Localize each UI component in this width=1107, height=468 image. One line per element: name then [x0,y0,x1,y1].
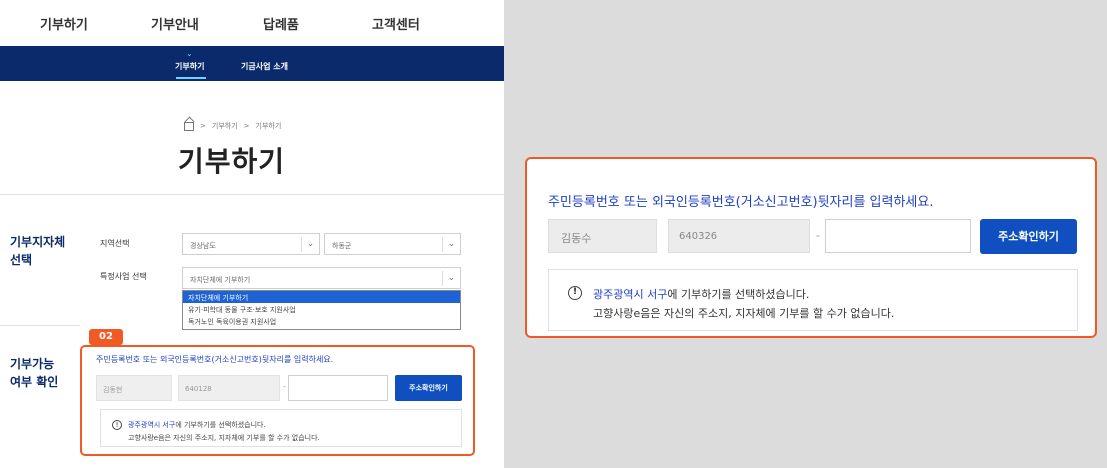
dash: - [816,229,820,242]
chevron-down-icon: ⌄ [186,49,193,58]
check-address-button[interactable]: 주소확인하기 [980,219,1077,254]
divider [0,325,80,326]
nav-gifts[interactable]: 답례품 [263,14,299,33]
dropdown-option[interactable]: 유기·피학대 동물 구조·보호 지원사업 [183,303,460,315]
step-badge: 02 [89,329,123,345]
breadcrumb-separator: > [243,122,250,130]
subnav-fund-projects[interactable]: 기금사업 소개 [241,61,288,72]
subnav-donate[interactable]: 기부하기 [175,61,204,72]
active-tab-indicator [176,77,206,79]
breadcrumb-item[interactable]: 기부하기 [212,121,238,131]
nav-customer-center[interactable]: 고객센터 [372,14,420,33]
section-title-check-eligibility: 기부가능 여부 확인 [10,357,59,389]
breadcrumb-separator: > [200,122,206,130]
district-select-value: 하동군 [332,242,352,250]
dropdown-option[interactable]: 독거노인 독육이용권 지원사업 [183,315,460,327]
notice-line-2: 고향사랑e음은 자신의 주소지, 지자체에 기부를 할 수가 없습니다. [128,434,320,442]
rrn-back-field[interactable] [288,375,388,401]
info-icon: ! [568,286,582,300]
chevron-down-icon: ⌄ [442,271,460,286]
website-panel: 기부하기 기부안내 답례품 고객센터 ⌄ 기부하기 기금사업 소개 > 기부하기… [0,0,504,468]
project-select[interactable]: 자치단체에 기부하기 ⌄ [182,267,461,289]
chevron-down-icon: ⌄ [442,237,460,252]
nav-donation-guide[interactable]: 기부안내 [151,14,199,33]
page-title: 기부하기 [178,145,286,178]
sub-nav: ⌄ 기부하기 기금사업 소개 [0,46,504,81]
dash: - [283,382,286,391]
instruction-text: 주민등록번호 또는 외국인등록번호(거소신고번호)뒷자리를 입력하세요. [96,355,334,364]
notice-box: ! 광주광역시 서구에 기부하기를 선택하셨습니다. 고향사랑e음은 자신의 주… [548,269,1078,331]
section-title-select-municipality: 기부지자체 선택 [10,235,66,267]
region-select-value: 경상남도 [190,242,216,250]
district-select[interactable]: 하동군 ⌄ [324,233,461,255]
region-select[interactable]: 경상남도 ⌄ [182,233,320,255]
chevron-down-icon: ⌄ [301,237,319,252]
divider [0,194,504,195]
instruction-text: 주민등록번호 또는 외국인등록번호(거소신고번호)뒷자리를 입력하세요. [548,195,934,210]
rrn-front-field[interactable]: 640128 [178,375,280,401]
global-nav: 기부하기 기부안내 답례품 고객센터 [0,0,504,46]
check-address-button[interactable]: 주소확인하기 [395,375,462,401]
rrn-back-field[interactable] [825,219,971,253]
notice-line-2: 고향사랑e음은 자신의 주소지, 지자체에 기부를 할 수가 없습니다. [593,307,895,320]
name-field[interactable]: 김동현 [96,375,172,401]
breadcrumb: > 기부하기 > 기부하기 [184,121,281,131]
project-select-value: 자치단체에 기부하기 [190,276,251,284]
info-icon: ! [112,420,122,430]
home-icon[interactable] [184,121,194,131]
zoomed-eligibility-panel: 주민등록번호 또는 외국인등록번호(거소신고번호)뒷자리를 입력하세요. 김동수… [525,157,1097,338]
notice-box: ! 광주광역시 서구에 기부하기를 선택하셨습니다. 고향사랑e음은 자신의 주… [100,409,462,447]
dropdown-option[interactable]: 자치단체에 기부하기 [183,291,460,303]
project-dropdown-list: 자치단체에 기부하기 유기·피학대 동물 구조·보호 지원사업 독거노인 독육이… [182,290,461,330]
rrn-front-field[interactable]: 640326 [668,219,810,253]
breadcrumb-item[interactable]: 기부하기 [256,121,282,131]
nav-donate[interactable]: 기부하기 [40,14,88,33]
region-label: 지역선택 [100,239,130,248]
notice-line-1: 광주광역시 서구에 기부하기를 선택하셨습니다. [593,288,810,301]
name-field[interactable]: 김동수 [548,219,657,253]
project-label: 특정사업 선택 [100,272,147,281]
notice-line-1: 광주광역시 서구에 기부하기를 선택하셨습니다. [128,421,266,429]
